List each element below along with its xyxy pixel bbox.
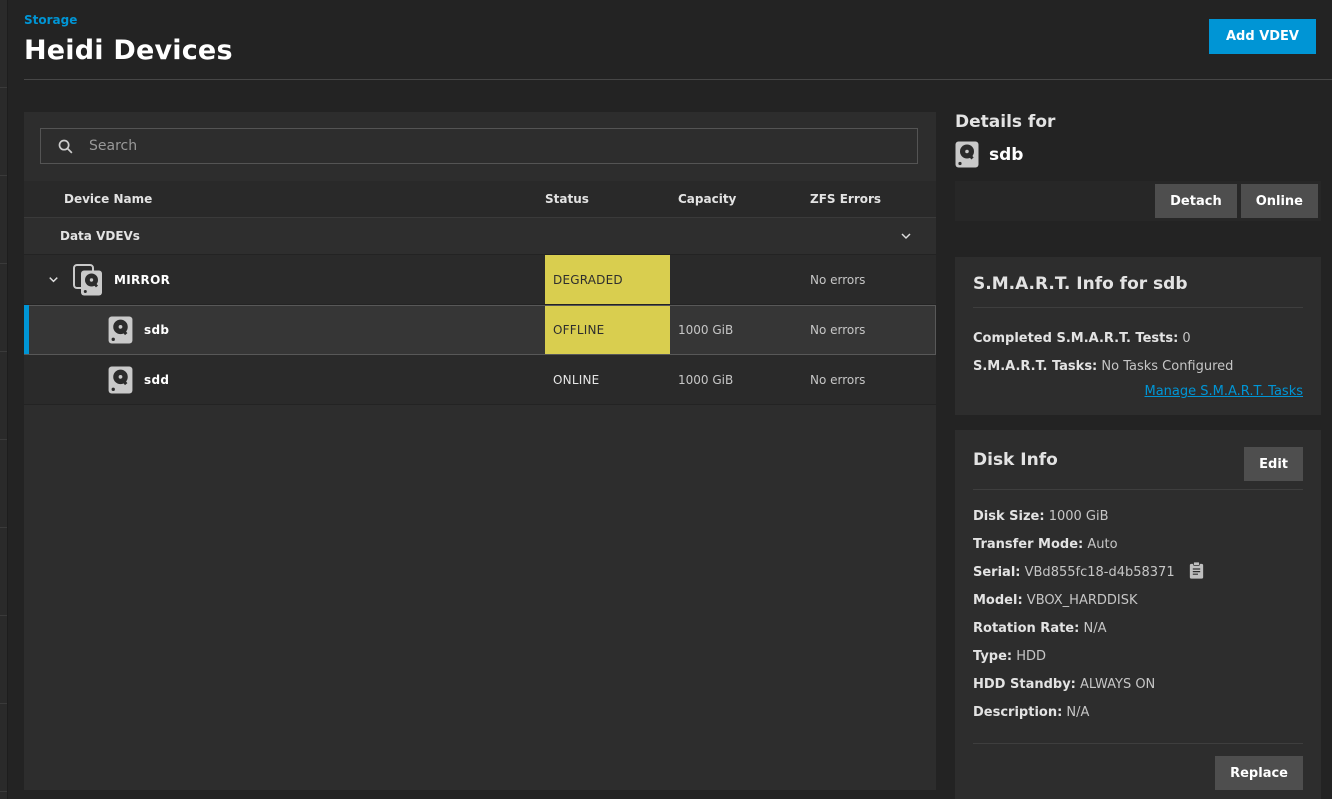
smart-info-title: S.M.A.R.T. Info for sdb (973, 274, 1303, 309)
group-row-data-vdevs[interactable]: Data VDEVs (24, 218, 936, 255)
disk-info-fields: Disk Size: 1000 GiB Transfer Mode: Auto … (973, 503, 1303, 727)
disk-info-field: Disk Size: 1000 GiB (973, 509, 1109, 525)
smart-tasks: S.M.A.R.T. Tasks: No Tasks Configured (973, 359, 1234, 375)
edit-button[interactable]: Edit (1244, 447, 1303, 482)
disk-info-field: Rotation Rate: N/A (973, 621, 1107, 637)
breadcrumb[interactable]: Storage (24, 13, 77, 27)
disk-info-field: Model: VBOX_HARDDISK (973, 593, 1138, 609)
collapsed-sidebar-edge (0, 0, 8, 799)
add-vdev-button[interactable]: Add VDEV (1209, 19, 1316, 54)
disk-info-footer: Replace (973, 743, 1303, 791)
disk-info-field: Transfer Mode: Auto (973, 537, 1118, 553)
column-header-capacity[interactable]: Capacity (678, 192, 810, 206)
column-header-status[interactable]: Status (545, 192, 678, 206)
chevron-down-icon[interactable] (46, 272, 62, 287)
detach-button[interactable]: Detach (1155, 184, 1237, 219)
replace-button[interactable]: Replace (1215, 756, 1303, 791)
group-label: Data VDEVs (60, 229, 140, 243)
device-name: sdd (144, 372, 170, 387)
device-row-sdd[interactable]: sdd ONLINE 1000 GiB No errors (24, 355, 936, 405)
status-badge: OFFLINE (545, 305, 670, 354)
details-title: Details for (955, 112, 1056, 132)
capacity-value: 1000 GiB (678, 372, 734, 387)
details-action-bar: Detach Online (955, 181, 1321, 222)
disk-info-field: Description: N/A (973, 705, 1090, 721)
details-panel: Details for sdb Detach Online S.M.A.R.T.… (955, 112, 1321, 799)
status-badge: ONLINE (553, 372, 600, 387)
search-box[interactable] (40, 128, 918, 164)
column-header-zfs-errors[interactable]: ZFS Errors (810, 192, 936, 206)
search-icon (58, 139, 73, 153)
smart-completed-tests: Completed S.M.A.R.T. Tests: 0 (973, 331, 1191, 347)
disk-info-field: HDD Standby: ALWAYS ON (973, 677, 1156, 693)
details-device-line: sdb (955, 141, 1321, 168)
table-header-row: Device Name Status Capacity ZFS Errors (24, 181, 936, 218)
disk-info-title: Disk Info (973, 450, 1058, 471)
devices-table-panel: Device Name Status Capacity ZFS Errors D… (24, 112, 936, 790)
capacity-value: 1000 GiB (678, 322, 734, 337)
device-name: MIRROR (114, 272, 171, 287)
device-name: sdb (144, 322, 170, 337)
mirror-vdev-icon (73, 263, 103, 296)
selection-indicator (24, 305, 29, 354)
search-input[interactable] (89, 138, 905, 154)
smart-info-card: S.M.A.R.T. Info for sdb Completed S.M.A.… (955, 257, 1321, 416)
copy-to-clipboard-icon[interactable] (1189, 562, 1204, 580)
zfs-errors-value: No errors (810, 322, 866, 337)
zfs-errors-value: No errors (810, 372, 866, 387)
details-device-name: sdb (989, 144, 1024, 165)
device-row-mirror[interactable]: MIRROR DEGRADED No errors (24, 255, 936, 305)
disk-icon (108, 316, 133, 344)
device-rows: MIRROR DEGRADED No errors sdb OFFLINE 10… (24, 255, 936, 405)
manage-smart-tasks-link[interactable]: Manage S.M.A.R.T. Tasks (973, 384, 1304, 399)
disk-info-field: Serial: VBd855fc18-d4b58371 (973, 559, 1303, 587)
column-header-device-name[interactable]: Device Name (24, 192, 545, 206)
disk-info-field: Type: HDD (973, 649, 1047, 665)
capacity-value (678, 255, 810, 304)
disk-icon (108, 366, 133, 394)
device-row-sdb[interactable]: sdb OFFLINE 1000 GiB No errors (24, 305, 936, 355)
online-button[interactable]: Online (1240, 184, 1318, 219)
disk-icon (955, 141, 979, 168)
page-header: Storage Heidi Devices Add VDEV (24, 0, 1332, 80)
chevron-down-icon[interactable] (898, 228, 914, 244)
page-title: Heidi Devices (24, 35, 233, 66)
disk-info-card: Disk Info Edit Disk Size: 1000 GiB Trans… (955, 430, 1321, 799)
zfs-errors-value: No errors (810, 272, 866, 287)
status-badge: DEGRADED (545, 255, 670, 304)
